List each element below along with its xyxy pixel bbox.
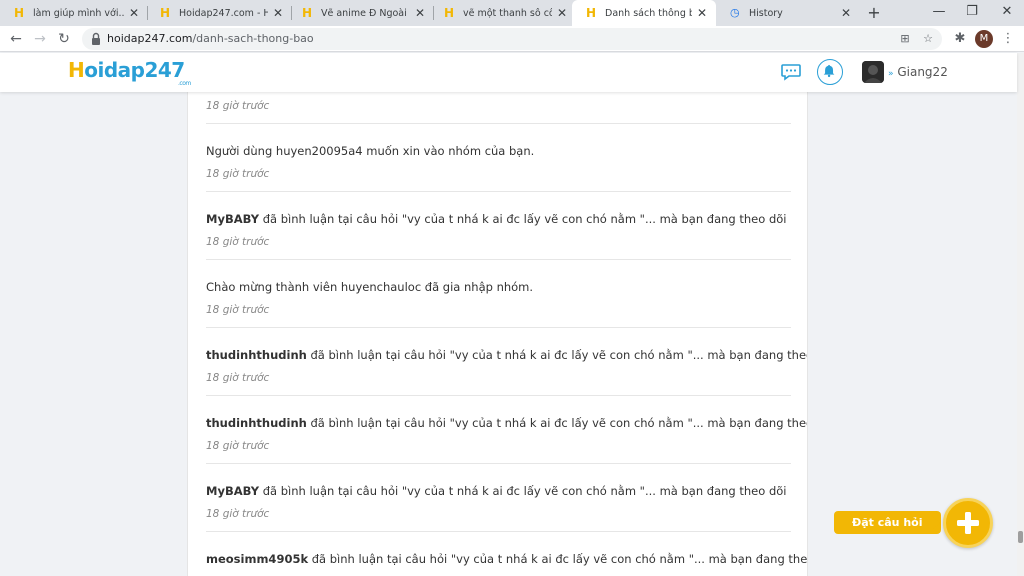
username: Giang22 xyxy=(897,65,948,79)
browser-tab-active[interactable]: H Danh sách thông báo ✕ xyxy=(572,0,716,26)
hoidap247-logo[interactable]: Hoidap247 .com xyxy=(68,58,191,87)
hoidap-favicon-icon: H xyxy=(160,6,171,20)
user-menu[interactable]: » Giang22 xyxy=(888,65,948,79)
url-text: hoidap247.com/danh-sach-thong-bao xyxy=(107,32,314,45)
notification-message: thudinhthudinh đã bình luận tại câu hỏi … xyxy=(206,416,808,430)
reload-button[interactable]: ↻ xyxy=(54,29,74,49)
close-icon[interactable]: ✕ xyxy=(414,7,426,19)
notification-message: Chào mừng thành viên huyenchauloc đã gia… xyxy=(206,280,533,294)
profile-avatar[interactable]: M xyxy=(975,30,993,48)
notification-text: đã bình luận tại câu hỏi "vy của t nhá k… xyxy=(306,348,808,362)
user-avatar[interactable] xyxy=(862,61,884,83)
close-icon[interactable]: ✕ xyxy=(840,7,852,19)
notification-time: 18 giờ trước xyxy=(206,304,270,316)
tab-title: làm giúp mình với......... xyxy=(33,7,124,19)
hoidap-favicon-icon: H xyxy=(444,6,455,20)
notification-message: thudinhthudinh đã bình luận tại câu hỏi … xyxy=(206,348,808,362)
bell-icon xyxy=(823,64,835,78)
scrollbar-thumb[interactable] xyxy=(1018,531,1023,543)
forward-button[interactable]: → xyxy=(30,29,50,49)
avatar-image-icon xyxy=(862,61,884,83)
logo-dotcom: .com xyxy=(178,80,191,87)
logo-text: oidap247 xyxy=(84,58,185,82)
bookmark-star-icon[interactable]: ☆ xyxy=(920,31,936,47)
ask-question-label[interactable]: Đặt câu hỏi xyxy=(834,511,941,534)
close-icon[interactable]: ✕ xyxy=(696,7,708,19)
hoidap-favicon-icon: H xyxy=(302,6,313,20)
chat-icon[interactable] xyxy=(780,62,802,82)
notification-message: MyBABY đã bình luận tại câu hỏi "vy của … xyxy=(206,484,786,498)
url-path: /danh-sach-thong-bao xyxy=(192,32,314,45)
restore-button[interactable]: ❐ xyxy=(955,0,989,24)
notification-time: 18 giờ trước xyxy=(206,372,270,384)
page-scrollbar[interactable] xyxy=(1017,53,1024,576)
menu-kebab-icon[interactable]: ⋮ xyxy=(1000,29,1016,49)
notification-user[interactable]: meosimm4905k xyxy=(206,552,308,566)
notification-text: đã bình luận tại câu hỏi "vy của t nhá k… xyxy=(306,416,808,430)
list-item[interactable]: thudinhthudinh đã bình luận tại câu hỏi … xyxy=(206,396,807,464)
url-host: hoidap247.com xyxy=(107,32,193,45)
notification-time: 18 giờ trước xyxy=(206,508,270,520)
tab-title: History xyxy=(749,7,783,19)
new-tab-button[interactable]: + xyxy=(864,3,884,23)
tab-title: vẽ một thanh sô cô la từ xyxy=(463,7,552,19)
browser-tab[interactable]: H vẽ một thanh sô cô la từ ✕ xyxy=(430,0,576,26)
close-icon[interactable]: ✕ xyxy=(272,7,284,19)
notification-user[interactable]: thudinhthudinh xyxy=(206,416,307,430)
browser-tab[interactable]: H Vẽ anime Đ Ngoài lề : Đ ✕ xyxy=(288,0,434,26)
notification-text: đã bình luận tại câu hỏi "vy của t nhá k… xyxy=(259,212,787,226)
browser-tab[interactable]: H Hoidap247.com - Hỏi đáp ✕ xyxy=(146,0,292,26)
lock-icon xyxy=(92,32,100,45)
extensions-icon[interactable]: ✱ xyxy=(950,29,970,49)
logo-h: H xyxy=(68,58,85,82)
tab-title: Hoidap247.com - Hỏi đáp xyxy=(179,7,268,19)
notification-text: Người dùng huyen20095a4 muốn xin vào nhó… xyxy=(206,144,535,158)
list-item[interactable]: 18 giờ trước xyxy=(206,92,791,124)
list-item[interactable]: MyBABY đã bình luận tại câu hỏi "vy của … xyxy=(206,192,791,260)
ask-label-arrow xyxy=(933,517,940,529)
translate-icon[interactable]: ⊞ xyxy=(897,31,913,47)
browser-tab-strip: H làm giúp mình với......... ✕ H Hoidap2… xyxy=(0,0,1024,26)
notification-user[interactable]: MyBABY xyxy=(206,484,259,498)
list-item[interactable]: meosimm4905k đã bình luận tại câu hỏi "v… xyxy=(206,532,807,576)
list-item[interactable]: thudinhthudinh đã bình luận tại câu hỏi … xyxy=(206,328,807,396)
chevron-down-icon: » xyxy=(888,69,894,79)
notification-bell-button[interactable] xyxy=(817,59,843,85)
plus-icon xyxy=(957,512,979,534)
notification-user[interactable]: thudinhthudinh xyxy=(206,348,307,362)
browser-toolbar: ← → ↻ hoidap247.com/danh-sach-thong-bao … xyxy=(0,26,1024,52)
ask-question-button[interactable] xyxy=(943,498,993,548)
close-icon[interactable]: ✕ xyxy=(556,7,568,19)
notification-message: Người dùng huyen20095a4 muốn xin vào nhó… xyxy=(206,144,534,158)
notification-message: meosimm4905k đã bình luận tại câu hỏi "v… xyxy=(206,552,808,566)
notification-user[interactable]: MyBABY xyxy=(206,212,259,226)
history-icon: ◷ xyxy=(730,6,740,19)
close-icon[interactable]: ✕ xyxy=(128,7,140,19)
hoidap-favicon-icon: H xyxy=(14,6,25,20)
notification-time: 18 giờ trước xyxy=(206,236,270,248)
hoidap-favicon-icon: H xyxy=(586,6,597,20)
notification-list: 18 giờ trước Người dùng huyen20095a4 muố… xyxy=(187,92,808,576)
notification-text: đã bình luận tại câu hỏi "vy của t nhá k… xyxy=(259,484,787,498)
notification-time: 18 giờ trước xyxy=(206,440,270,452)
notification-time: 18 giờ trước xyxy=(206,100,270,112)
notification-time: 18 giờ trước xyxy=(206,168,270,180)
browser-tab[interactable]: H làm giúp mình với......... ✕ xyxy=(0,0,148,26)
back-button[interactable]: ← xyxy=(6,29,26,49)
browser-tab[interactable]: ◷ History ✕ xyxy=(716,0,860,26)
site-header: Hoidap247 .com » Giang22 xyxy=(0,53,1017,92)
minimize-button[interactable]: — xyxy=(922,0,956,24)
notification-message: MyBABY đã bình luận tại câu hỏi "vy của … xyxy=(206,212,786,226)
tab-title: Vẽ anime Đ Ngoài lề : Đ xyxy=(321,7,410,19)
notification-text: Chào mừng thành viên huyenchauloc đã gia… xyxy=(206,280,534,294)
list-item[interactable]: MyBABY đã bình luận tại câu hỏi "vy của … xyxy=(206,464,791,532)
list-item[interactable]: Người dùng huyen20095a4 muốn xin vào nhó… xyxy=(206,124,791,192)
address-bar[interactable]: hoidap247.com/danh-sach-thong-bao ⊞ ☆ xyxy=(82,28,942,50)
list-item[interactable]: Chào mừng thành viên huyenchauloc đã gia… xyxy=(206,260,791,328)
window-close-button[interactable]: ✕ xyxy=(990,0,1024,24)
tab-title: Danh sách thông báo xyxy=(605,7,692,19)
notification-text: đã bình luận tại câu hỏi "vy của t nhá k… xyxy=(308,552,808,566)
